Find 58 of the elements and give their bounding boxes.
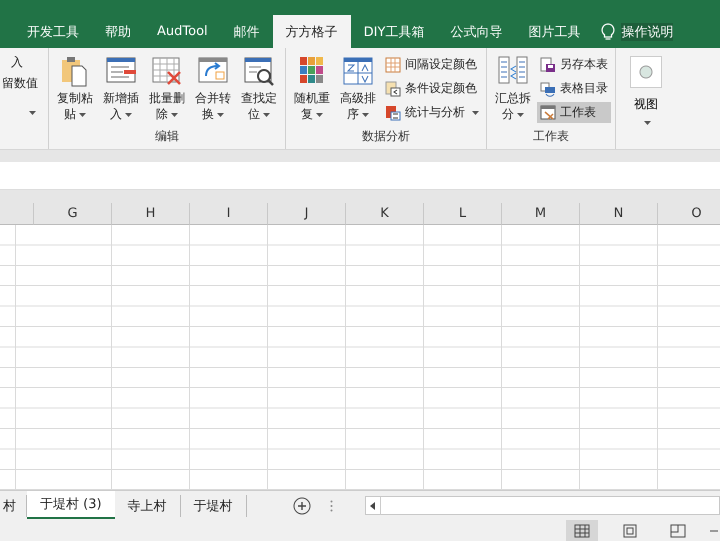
ribbon-tab[interactable]: DIY工具箱	[350, 15, 438, 48]
group-label: 编辑	[154, 128, 180, 145]
column-header[interactable]: H	[112, 203, 190, 225]
ribbon-tab[interactable]: 邮件	[220, 15, 273, 48]
ribbon-button[interactable]: 汇总拆分	[491, 52, 535, 127]
ribbon-button[interactable]: 合并转换	[191, 52, 235, 127]
ribbon-button[interactable]: 间隔设定颜色	[382, 54, 482, 75]
ribbon-button[interactable]: 工作表	[537, 102, 611, 123]
cell-grid[interactable]	[0, 225, 720, 490]
ribbon-button[interactable]: 表格目录	[537, 78, 611, 99]
ribbon-button[interactable]: 条件设定颜色	[382, 78, 482, 99]
ribbon-button[interactable]: 复制粘贴	[53, 52, 97, 127]
grid-icon	[574, 524, 590, 538]
group-label: 数据分析	[361, 128, 411, 145]
ribbon-button[interactable]: 统计与分析	[382, 102, 482, 123]
page-break-icon	[670, 524, 686, 538]
column-header[interactable]: N	[580, 203, 658, 225]
column-header[interactable]: G	[34, 203, 112, 225]
ribbon-button[interactable]: 入	[0, 52, 44, 73]
normal-view-button[interactable]	[566, 520, 598, 541]
grid-icon	[385, 56, 401, 72]
ribbon-tab[interactable]: 开发工具	[0, 15, 92, 48]
group-label: 工作表	[532, 128, 570, 145]
ribbon-button[interactable]: 批量删除	[145, 52, 189, 127]
save-sheet-icon	[540, 56, 556, 72]
zoom-out-icon[interactable]	[710, 528, 718, 532]
view-button[interactable]: 视图	[620, 52, 672, 129]
add-sheet-icon[interactable]	[292, 496, 311, 514]
tell-me-search[interactable]: 操作说明	[621, 22, 674, 40]
ribbon-button[interactable]: 另存本表	[537, 54, 611, 75]
horizontal-scrollbar[interactable]	[364, 496, 720, 515]
ribbon-tab[interactable]: 图片工具	[515, 15, 594, 48]
ribbon-button[interactable]: 新增插入	[99, 52, 143, 127]
lightbulb-icon	[601, 22, 616, 40]
stats-icon	[385, 104, 401, 120]
table-link-icon	[540, 80, 556, 96]
ribbon-button[interactable]: 查找定位	[237, 52, 281, 127]
ribbon-tab[interactable]: AudTool	[144, 15, 221, 48]
column-header[interactable]: O	[658, 203, 720, 225]
column-header[interactable]: I	[190, 203, 268, 225]
ribbon-button[interactable]: 随机重复	[290, 52, 334, 127]
column-header[interactable]: M	[502, 203, 580, 225]
page-icon	[623, 524, 637, 538]
ribbon-tab[interactable]: 方方格子	[272, 15, 351, 48]
column-header[interactable]: J	[268, 203, 346, 225]
ribbon-button[interactable]: 留数值	[0, 73, 44, 94]
worksheet-icon	[540, 104, 556, 120]
ribbon-tab[interactable]: 公式向导	[437, 15, 516, 48]
column-header[interactable]: L	[424, 203, 502, 225]
condition-color-icon	[385, 80, 401, 96]
drag-handle-icon[interactable]	[330, 500, 334, 512]
sheet-tab[interactable]: 寺上村	[114, 495, 181, 517]
ribbon-button[interactable]: 高级排序	[336, 52, 380, 127]
ribbon-tab[interactable]: 帮助	[92, 15, 144, 48]
circle-icon	[639, 65, 653, 79]
sheet-tab[interactable]: 于堤村 (3)	[27, 491, 115, 519]
column-header[interactable]: K	[346, 203, 424, 225]
sheet-tab[interactable]: 于堤村	[180, 495, 247, 517]
